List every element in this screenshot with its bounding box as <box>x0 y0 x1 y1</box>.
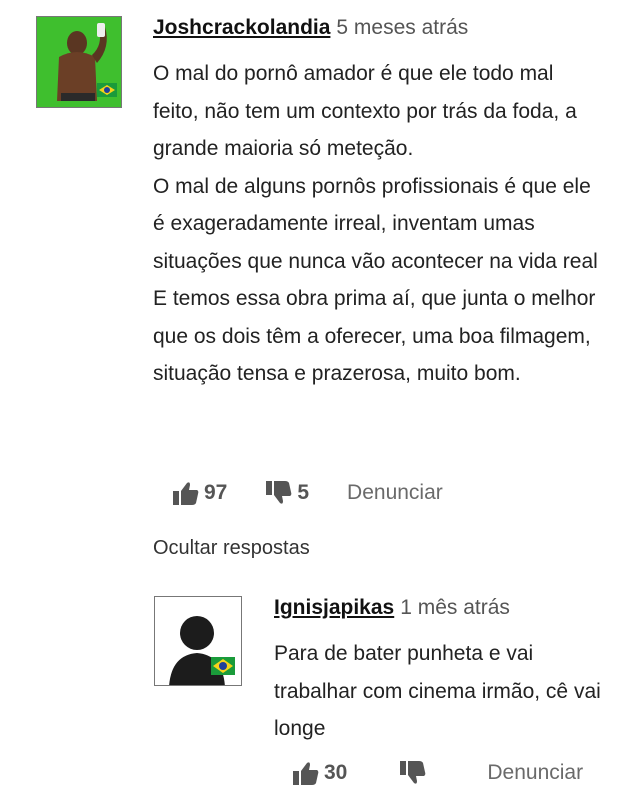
comment-actions: 97 5 Denunciar <box>172 480 443 506</box>
comment-paragraph: O mal do pornô amador é que ele todo mal… <box>153 62 577 160</box>
report-button[interactable]: Denunciar <box>347 481 443 505</box>
hide-replies-link[interactable]: Ocultar respostas <box>153 537 310 560</box>
reply-header: Ignisjapikas 1 mês atrás <box>274 596 510 620</box>
report-button[interactable]: Denunciar <box>487 761 583 785</box>
comment: Joshcrackolandia 5 meses atrás O mal do p… <box>0 0 640 520</box>
avatar[interactable] <box>154 596 242 686</box>
timestamp[interactable]: 5 meses atrás <box>336 16 468 39</box>
comment-text: O mal do pornô amador é que ele todo mal… <box>153 55 598 393</box>
username-link[interactable]: Ignisjapikas <box>274 596 394 619</box>
reply: Ignisjapikas 1 mês atrás Para de bater pu… <box>0 580 640 795</box>
timestamp[interactable]: 1 mês atrás <box>400 596 510 619</box>
like-button[interactable]: 30 <box>292 760 347 786</box>
reply-paragraph: Para de bater punheta e vai trabalhar co… <box>274 642 601 740</box>
reply-text: Para de bater punheta e vai trabalhar co… <box>274 635 604 748</box>
avatar[interactable] <box>36 16 122 108</box>
dislike-button[interactable]: 5 <box>265 480 309 506</box>
reply-actions: 30 Denunciar <box>292 760 583 786</box>
avatar-silhouette <box>155 597 241 685</box>
dislike-count: 5 <box>297 481 310 504</box>
avatar-photo <box>37 17 121 107</box>
like-button[interactable]: 97 <box>172 480 227 506</box>
dislike-button[interactable] <box>399 760 427 786</box>
comment-header: Joshcrackolandia 5 meses atrás <box>153 16 468 40</box>
like-count: 97 <box>204 481 228 504</box>
comment-paragraph: E temos essa obra prima aí, que junta o … <box>153 287 596 385</box>
like-count: 30 <box>324 761 348 784</box>
thumbs-up-icon <box>293 762 319 785</box>
comment-paragraph: O mal de alguns pornôs profissionais é q… <box>153 174 598 273</box>
thumbs-up-icon <box>173 482 199 505</box>
username-link[interactable]: Joshcrackolandia <box>153 16 330 39</box>
thumbs-down-icon <box>266 481 292 504</box>
thumbs-down-icon <box>400 761 426 784</box>
